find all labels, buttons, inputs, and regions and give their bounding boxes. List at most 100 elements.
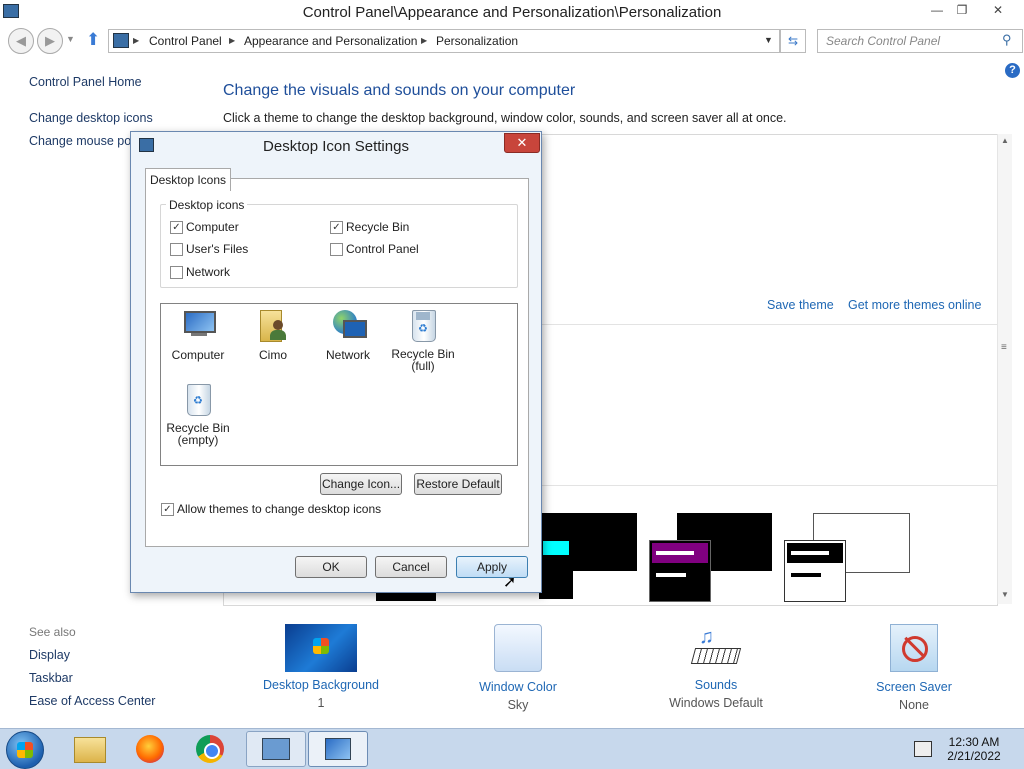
computer-checkbox[interactable]: ✓ (170, 221, 183, 234)
recycle-bin-checkbox[interactable]: ✓ (330, 221, 343, 234)
ok-button[interactable]: OK (295, 556, 367, 578)
network-tray-icon[interactable] (914, 741, 932, 757)
window-title-bar: Control Panel\Appearance and Personaliza… (0, 0, 1024, 24)
see-also-title: See also (29, 625, 76, 639)
scroll-down-icon[interactable]: ▼ (1001, 590, 1009, 599)
minimize-button[interactable]: — (926, 2, 948, 18)
windows-logo-icon (17, 742, 33, 758)
get-more-themes-link[interactable]: Get more themes online (848, 298, 981, 312)
tab-desktop-icons[interactable]: Desktop Icons (145, 168, 231, 191)
icon-item-network[interactable]: Network (313, 308, 383, 362)
control-panel-checkbox[interactable] (330, 243, 343, 256)
taskbar: 12:30 AM 2/21/2022 (0, 728, 1024, 769)
restore-button[interactable]: ❐ (951, 2, 973, 18)
file-explorer-icon[interactable] (68, 733, 112, 765)
breadcrumb-chevron-icon: ▶ (421, 36, 428, 45)
theme-color-swatch (656, 551, 694, 555)
desktop-icon-list[interactable]: Computer Cimo Network ♻ Recycle Bin (ful… (160, 303, 518, 466)
window-color-item[interactable]: Window Color Sky (438, 624, 598, 712)
start-button[interactable] (6, 731, 44, 769)
users-files-checkbox[interactable] (170, 243, 183, 256)
theme-thumbnail[interactable] (539, 537, 573, 599)
computer-checkbox-label[interactable]: Computer (186, 220, 239, 234)
recent-pages-chevron-icon[interactable]: ▼ (66, 34, 75, 44)
control-panel-home-link[interactable]: Control Panel Home (29, 75, 142, 89)
search-icon[interactable]: ⚲ (1002, 32, 1012, 48)
theme-thumbnail[interactable] (784, 540, 846, 602)
breadcrumb-control-panel[interactable]: Control Panel (149, 34, 222, 48)
search-box[interactable]: ⚲ (817, 29, 1023, 53)
breadcrumb-appearance[interactable]: Appearance and Personalization (244, 34, 417, 48)
theme-color-swatch (543, 541, 569, 555)
page-heading: Change the visuals and sounds on your co… (223, 82, 576, 99)
taskbar-link[interactable]: Taskbar (29, 671, 73, 685)
desktop-background-thumbnail (285, 624, 357, 672)
recycle-bin-empty-icon: ♻ (181, 382, 215, 416)
clock-date: 2/21/2022 (947, 749, 1001, 763)
user-folder-icon (256, 308, 290, 342)
allow-themes-checkbox[interactable]: ✓ (161, 503, 174, 516)
taskbar-control-panel-button[interactable] (246, 731, 306, 767)
sounds-item[interactable]: ♫ Sounds Windows Default (636, 624, 796, 710)
breadcrumb-chevron-icon: ▶ (229, 36, 236, 45)
desktop-background-item[interactable]: Desktop Background 1 (241, 624, 401, 710)
sounds-value: Windows Default (669, 696, 763, 710)
screen-saver-icon (890, 624, 938, 672)
up-arrow-icon[interactable]: ⬆ (86, 30, 100, 50)
sounds-label: Sounds (694, 678, 738, 692)
back-button[interactable]: ◀ (8, 28, 34, 54)
ease-of-access-link[interactable]: Ease of Access Center (29, 694, 155, 708)
network-checkbox[interactable] (170, 266, 183, 279)
display-link[interactable]: Display (29, 648, 70, 662)
icon-item-label: Recycle Bin (full) (391, 347, 455, 373)
icon-item-computer[interactable]: Computer (163, 308, 233, 362)
firefox-icon[interactable] (130, 733, 174, 765)
search-input[interactable] (824, 33, 998, 49)
computer-icon (181, 308, 216, 342)
icon-item-user-folder[interactable]: Cimo (238, 308, 308, 362)
allow-themes-checkbox-label[interactable]: Allow themes to change desktop icons (177, 502, 381, 516)
scroll-up-icon[interactable]: ▲ (1001, 136, 1009, 145)
personalization-icon (325, 738, 351, 760)
theme-thumbnail[interactable] (376, 593, 436, 601)
theme-color-swatch (656, 573, 686, 577)
change-desktop-icons-link[interactable]: Change desktop icons (29, 111, 153, 125)
taskbar-clock[interactable]: 12:30 AM 2/21/2022 (935, 735, 1013, 763)
chrome-icon[interactable] (190, 733, 234, 765)
address-dropdown-icon[interactable]: ▼ (764, 35, 773, 45)
restore-default-button[interactable]: Restore Default (414, 473, 502, 495)
forward-button[interactable]: ▶ (37, 28, 63, 54)
scroll-thumb-grip-icon[interactable]: ≡ (1001, 342, 1007, 353)
icon-item-label: Computer (171, 348, 225, 362)
breadcrumb-personalization[interactable]: Personalization (436, 34, 518, 48)
change-icon-button[interactable]: Change Icon... (320, 473, 402, 495)
control-panel-icon (113, 33, 129, 48)
refresh-button[interactable]: ⇆ (780, 29, 806, 53)
address-bar[interactable]: ▶ Control Panel ▶ Appearance and Persona… (108, 29, 780, 53)
desktop-background-label: Desktop Background (262, 678, 380, 692)
control-panel-checkbox-label[interactable]: Control Panel (346, 242, 419, 256)
theme-list-scrollbar[interactable]: ▲ ≡ ▼ (997, 134, 1012, 604)
users-files-checkbox-label[interactable]: User's Files (186, 242, 248, 256)
theme-color-swatch (791, 573, 821, 577)
help-icon[interactable]: ? (1005, 63, 1020, 78)
dialog-close-button[interactable]: ✕ (504, 133, 540, 153)
save-theme-link[interactable]: Save theme (767, 298, 834, 312)
desktop-background-value: 1 (317, 696, 325, 710)
desktop-icon-settings-dialog: Desktop Icon Settings ✕ Desktop icons ✓ … (130, 131, 542, 593)
taskbar-personalization-button[interactable] (308, 731, 368, 767)
window-color-value: Sky (507, 698, 529, 712)
dialog-tab-panel: Desktop icons ✓ Computer ✓ Recycle Bin U… (145, 178, 529, 547)
screen-saver-item[interactable]: Screen Saver None (834, 624, 994, 712)
window-color-swatch (494, 624, 542, 672)
icon-item-recycle-bin-full[interactable]: ♻ Recycle Bin (full) (388, 308, 458, 372)
mouse-cursor-icon: ➚ (503, 574, 517, 591)
apply-button[interactable]: Apply (456, 556, 528, 578)
cancel-button[interactable]: Cancel (375, 556, 447, 578)
network-checkbox-label[interactable]: Network (186, 265, 230, 279)
icon-item-label: Recycle Bin (empty) (166, 421, 230, 447)
theme-thumbnail[interactable] (649, 540, 711, 602)
icon-item-recycle-bin-empty[interactable]: ♻ Recycle Bin (empty) (163, 382, 233, 446)
close-button[interactable]: ✕ (976, 2, 1020, 18)
recycle-bin-checkbox-label[interactable]: Recycle Bin (346, 220, 409, 234)
